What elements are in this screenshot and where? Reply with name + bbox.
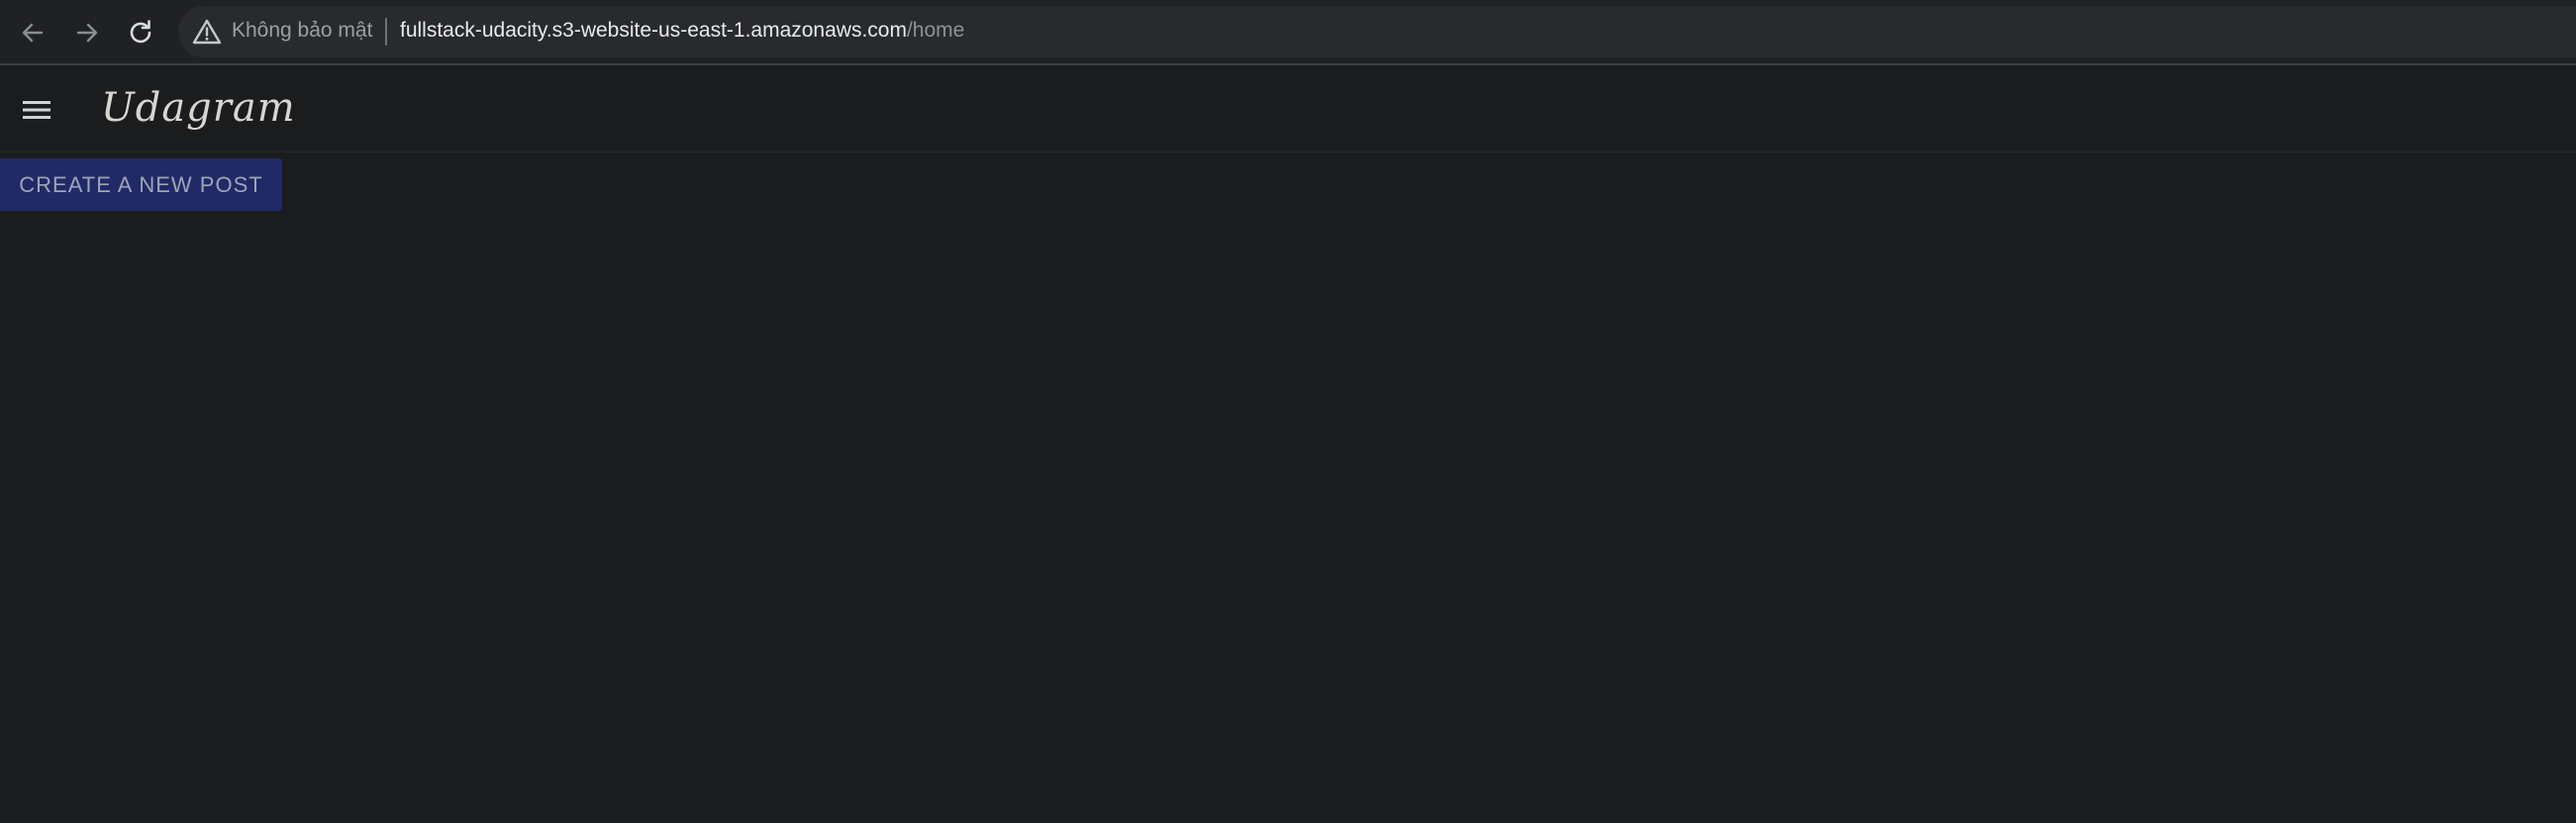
reload-button[interactable]	[117, 9, 164, 56]
url-host: fullstack-udacity.s3-website-us-east-1.a…	[400, 19, 907, 42]
app-header: Udagram	[0, 67, 2576, 153]
url-text[interactable]: fullstack-udacity.s3-website-us-east-1.a…	[400, 19, 964, 43]
menu-button[interactable]	[14, 87, 59, 133]
hamburger-menu-icon	[23, 101, 50, 119]
security-status-label[interactable]: Không bảo mật	[232, 19, 372, 43]
omnibox-divider	[385, 18, 387, 46]
back-button[interactable]	[9, 9, 56, 56]
address-bar[interactable]: Không bảo mật fullstack-udacity.s3-websi…	[178, 6, 2576, 57]
reload-icon	[130, 20, 151, 44]
create-new-post-button[interactable]: CREATE A NEW POST	[0, 158, 282, 211]
browser-toolbar: Không bảo mật fullstack-udacity.s3-websi…	[0, 0, 2576, 65]
app-brand-title[interactable]: Udagram	[101, 85, 296, 131]
arrow-right-icon	[76, 23, 98, 43]
url-path: /home	[906, 19, 965, 42]
main-content	[0, 154, 2576, 823]
warning-triangle-icon[interactable]	[192, 18, 222, 46]
forward-button[interactable]	[63, 9, 111, 56]
arrow-left-icon	[22, 23, 44, 43]
